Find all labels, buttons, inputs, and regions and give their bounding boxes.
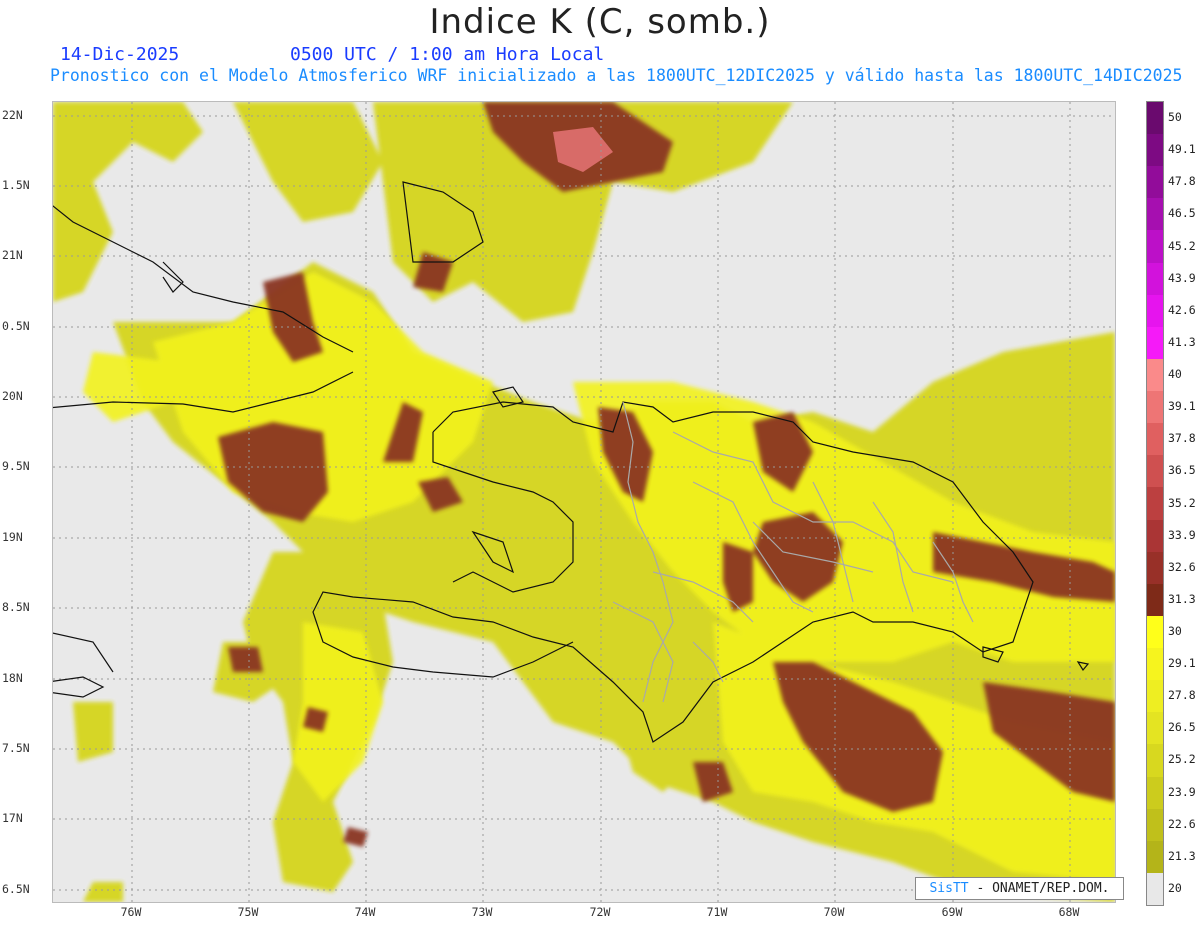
colorbar-label: 26.5 <box>1168 720 1196 735</box>
colorbar-segment <box>1147 326 1163 360</box>
lat-label: 20N <box>2 389 23 403</box>
lat-label: 17N <box>2 811 23 825</box>
colorbar-label: 43.9 <box>1168 270 1196 285</box>
colorbar-label: 47.8 <box>1168 174 1196 189</box>
valid-time: 0500 UTC / 1:00 am Hora Local <box>290 44 605 65</box>
colorbar-label: 21.3 <box>1168 848 1196 863</box>
lat-label: 18N <box>2 671 23 685</box>
colorbar-label: 49.1 <box>1168 142 1196 157</box>
colorbar-label: 33.9 <box>1168 527 1196 542</box>
colorbar-label: 36.5 <box>1168 463 1196 478</box>
colorbar-segment <box>1147 551 1163 585</box>
lat-label: 8.5N <box>2 600 30 614</box>
colorbar-segment <box>1147 840 1163 874</box>
sistt-logo-text: SisTT <box>929 881 969 896</box>
colorbar-label: 27.8 <box>1168 688 1196 703</box>
colorbar-segment <box>1147 519 1163 553</box>
colorbar-label: 40 <box>1168 367 1182 382</box>
credit-box: SisTT - ONAMET/REP.DOM. <box>915 877 1124 900</box>
colorbar-label: 30 <box>1168 623 1182 638</box>
map-title: Indice K (C, somb.) <box>429 2 771 42</box>
colorbar-label: 23.9 <box>1168 784 1196 799</box>
colorbar-segment <box>1147 744 1163 777</box>
colorbar-segment <box>1147 808 1163 842</box>
colorbar-segment <box>1147 102 1163 135</box>
lon-label: 73W <box>471 905 493 919</box>
colorbar-label: 32.6 <box>1168 559 1196 574</box>
colorbar-label: 31.3 <box>1168 591 1196 606</box>
lat-label: 0.5N <box>2 319 30 333</box>
colorbar-segment <box>1147 680 1163 713</box>
colorbar-label: 45.2 <box>1168 238 1196 253</box>
weather-field <box>53 102 1115 902</box>
colorbar-segment <box>1147 294 1163 328</box>
colorbar-segment <box>1147 198 1163 231</box>
colorbar-segment <box>1147 166 1163 199</box>
colorbar-segment <box>1147 230 1163 264</box>
lon-label: 76W <box>120 905 142 919</box>
colorbar-segment <box>1147 262 1163 296</box>
colorbar-segment <box>1147 423 1163 456</box>
colorbar-label: 29.1 <box>1168 656 1196 671</box>
colorbar-label: 35.2 <box>1168 495 1196 510</box>
colorbar <box>1146 101 1164 906</box>
lon-label: 71W <box>706 905 728 919</box>
lat-label: 19N <box>2 530 23 544</box>
credit-text: - ONAMET/REP.DOM. <box>968 881 1110 896</box>
colorbar-segment <box>1147 776 1163 810</box>
lon-label: 75W <box>237 905 259 919</box>
map-area <box>52 101 1116 903</box>
colorbar-label: 37.8 <box>1168 431 1196 446</box>
colorbar-label: 20 <box>1168 880 1182 895</box>
model-subtitle: Pronostico con el Modelo Atmosferico WRF… <box>50 66 1183 85</box>
colorbar-label: 46.5 <box>1168 206 1196 221</box>
colorbar-segment <box>1147 358 1163 392</box>
colorbar-segment <box>1147 872 1163 906</box>
colorbar-segment <box>1147 391 1163 424</box>
lat-label: 22N <box>2 108 23 122</box>
colorbar-label: 42.6 <box>1168 302 1196 317</box>
lon-label: 69W <box>941 905 963 919</box>
forecast-date: 14-Dic-2025 <box>60 44 180 65</box>
colorbar-label: 41.3 <box>1168 334 1196 349</box>
lat-label: 6.5N <box>2 882 30 896</box>
lon-label: 70W <box>823 905 845 919</box>
colorbar-segment <box>1147 712 1163 745</box>
lat-label: 21N <box>2 248 23 262</box>
colorbar-label: 50 <box>1168 110 1182 125</box>
colorbar-label: 22.6 <box>1168 816 1196 831</box>
lon-label: 74W <box>354 905 376 919</box>
colorbar-segment <box>1147 487 1163 521</box>
colorbar-segment <box>1147 583 1163 617</box>
colorbar-label: 39.1 <box>1168 399 1196 414</box>
lat-label: 7.5N <box>2 741 30 755</box>
colorbar-label: 25.2 <box>1168 752 1196 767</box>
colorbar-segment <box>1147 134 1163 167</box>
lat-label: 1.5N <box>2 178 30 192</box>
colorbar-segment <box>1147 648 1163 681</box>
colorbar-segment <box>1147 455 1163 488</box>
lon-label: 72W <box>589 905 611 919</box>
lon-label: 68W <box>1058 905 1080 919</box>
lat-label: 9.5N <box>2 459 30 473</box>
colorbar-segment <box>1147 615 1163 649</box>
